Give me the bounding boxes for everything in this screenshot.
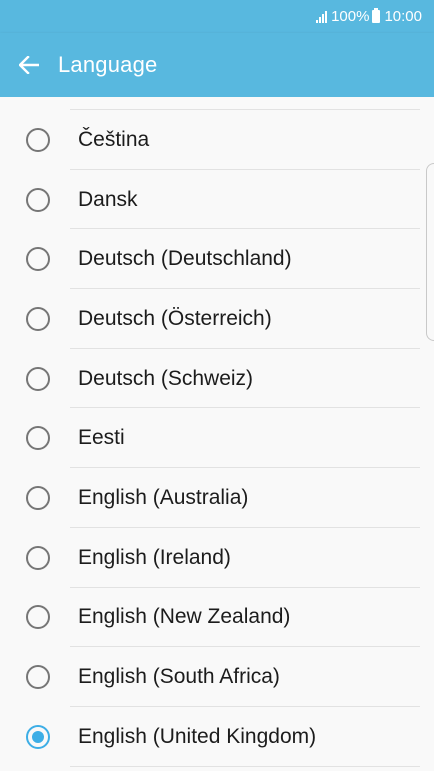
list-item[interactable]: Eesti bbox=[0, 408, 434, 468]
screen: 100% 10:00 Language Čeština Dansk Deutsch … bbox=[0, 0, 434, 771]
language-label: Eesti bbox=[78, 426, 125, 450]
page-title: Language bbox=[58, 52, 158, 77]
language-items: Čeština Dansk Deutsch (Deutschland) Deutsch… bbox=[0, 110, 434, 767]
list-item[interactable]: Deutsch (Schweiz) bbox=[0, 349, 434, 409]
language-label: Čeština bbox=[78, 127, 150, 151]
radio-unchecked[interactable] bbox=[26, 187, 50, 212]
list-item[interactable]: Deutsch (Deutschland) bbox=[0, 229, 434, 289]
radio-unchecked[interactable] bbox=[26, 665, 50, 690]
edge-panel-handle[interactable] bbox=[426, 163, 434, 341]
radio-unchecked[interactable] bbox=[26, 426, 50, 451]
list-item[interactable]: Deutsch (Österreich) bbox=[0, 289, 434, 349]
language-label: Deutsch (Deutschland) bbox=[78, 247, 292, 271]
clock: 10:00 bbox=[384, 8, 422, 25]
list-item[interactable]: Dansk bbox=[0, 170, 434, 230]
back-button[interactable] bbox=[0, 33, 58, 97]
language-label: Deutsch (Österreich) bbox=[78, 306, 272, 330]
radio-unchecked[interactable] bbox=[26, 306, 50, 331]
radio-unchecked[interactable] bbox=[26, 247, 50, 272]
language-label: English (New Zealand) bbox=[78, 605, 291, 629]
language-label: English (Australia) bbox=[78, 485, 249, 509]
list-item[interactable]: English (Australia) bbox=[0, 468, 434, 528]
battery-percent: 100% bbox=[331, 8, 370, 25]
list-item[interactable]: English (South Africa) bbox=[0, 647, 434, 707]
arrow-left-icon bbox=[19, 56, 39, 74]
radio-unchecked[interactable] bbox=[26, 127, 50, 152]
radio-unchecked[interactable] bbox=[26, 545, 50, 570]
status-bar: 100% 10:00 bbox=[0, 0, 434, 33]
battery-icon bbox=[372, 8, 381, 23]
language-label: English (South Africa) bbox=[78, 665, 280, 689]
language-label: English (Ireland) bbox=[78, 545, 231, 569]
list-item[interactable]: Čeština bbox=[0, 110, 434, 170]
language-label: Deutsch (Schweiz) bbox=[78, 366, 254, 390]
radio-unchecked[interactable] bbox=[26, 605, 50, 630]
signal-icon bbox=[316, 10, 328, 23]
language-list[interactable]: Čeština Dansk Deutsch (Deutschland) Deutsch… bbox=[0, 97, 434, 771]
list-item[interactable]: English (New Zealand) bbox=[0, 588, 434, 648]
radio-unchecked[interactable] bbox=[26, 485, 50, 510]
radio-checked[interactable] bbox=[26, 724, 50, 749]
language-label: Dansk bbox=[78, 187, 138, 211]
radio-unchecked[interactable] bbox=[26, 366, 50, 391]
list-item[interactable]: English (United Kingdom) bbox=[0, 707, 434, 767]
language-label: English (United Kingdom) bbox=[78, 724, 317, 748]
app-bar: Language bbox=[0, 33, 434, 97]
list-item[interactable]: English (Ireland) bbox=[0, 528, 434, 588]
